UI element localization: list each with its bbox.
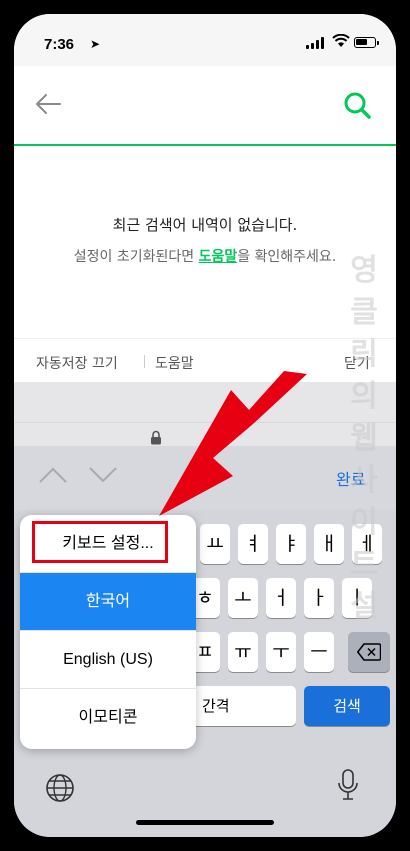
search-icon[interactable] [342, 90, 372, 120]
keyboard-key[interactable]: ㅠ [228, 632, 258, 672]
wifi-icon [332, 34, 350, 47]
autosave-off-button[interactable]: 자동저장 끄기 [36, 353, 118, 373]
cellular-signal-icon [306, 37, 326, 49]
menu-item-english[interactable]: English (US) [20, 631, 196, 689]
status-bar: 7:36 ➤ [14, 14, 396, 66]
search-key[interactable]: 검색 [304, 686, 390, 726]
empty-history-message: 최근 검색어 내역이 없습니다. [112, 216, 298, 234]
keyboard-key[interactable]: ㅐ [314, 524, 344, 564]
microphone-icon[interactable] [336, 768, 360, 804]
help-link[interactable]: 도움말 [199, 249, 238, 265]
keyboard-key[interactable]: ㅜ [266, 632, 296, 672]
description-text: 설정이 초기화된다면 [73, 249, 199, 265]
chevron-down-icon[interactable] [88, 466, 118, 484]
keyboard-key[interactable]: ㅡ [304, 632, 334, 672]
chevron-up-icon[interactable] [38, 466, 68, 484]
home-indicator [136, 820, 274, 825]
menu-item-korean[interactable]: 한국어 [20, 573, 196, 631]
back-arrow-icon[interactable] [34, 92, 62, 116]
location-arrow-icon: ➤ [90, 37, 101, 51]
globe-icon[interactable] [44, 772, 76, 804]
keyboard-key[interactable]: ㅑ [276, 524, 306, 564]
divider [144, 355, 145, 368]
annotation-arrow-icon [159, 371, 307, 516]
phone-screen: 7:36 ➤ 최근 검색어 내역이 없습니다. 설정이 초기화된다면 도움말을 … [14, 14, 396, 837]
annotation-highlight-box [32, 521, 168, 563]
backspace-key[interactable] [348, 632, 390, 672]
keyboard-key[interactable]: ㅓ [266, 578, 296, 618]
empty-history-description: 설정이 초기화된다면 도움말을 확인해주세요. [14, 246, 396, 266]
keyboard-key[interactable]: ㅗ [228, 578, 258, 618]
description-text-end: 을 확인해주세요. [237, 249, 337, 265]
menu-item-emoji[interactable]: 이모티콘 [20, 689, 196, 747]
space-key[interactable]: 간격 [190, 686, 296, 726]
keyboard-key[interactable]: ㅛ [200, 524, 230, 564]
watermark: 영클릭의웹사이트설 [350, 253, 378, 624]
search-header [14, 66, 396, 146]
keyboard-key[interactable]: ㅕ [238, 524, 268, 564]
recent-search-panel: 최근 검색어 내역이 없습니다. 설정이 초기화된다면 도움말을 확인해주세요. [14, 146, 396, 338]
keyboard-key[interactable]: ㅏ [304, 578, 334, 618]
status-time: 7:36 [44, 36, 75, 53]
battery-icon [354, 37, 379, 48]
backspace-icon [356, 643, 382, 661]
